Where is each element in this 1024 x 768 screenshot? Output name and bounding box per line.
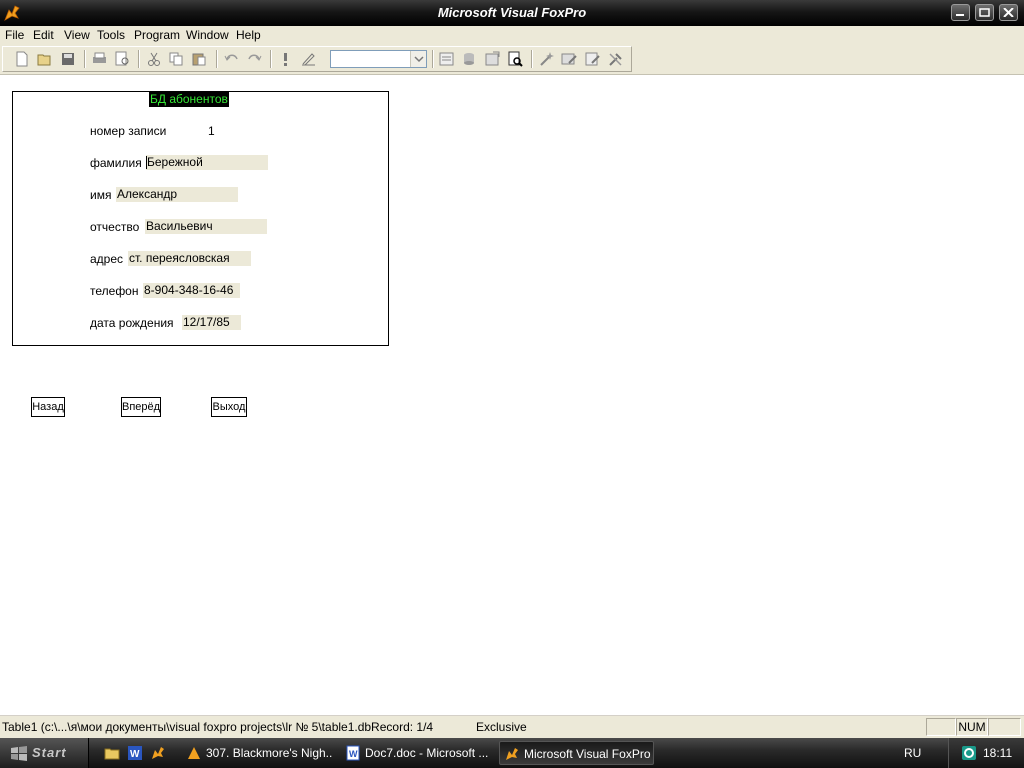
title-bar: Microsoft Visual FoxPro	[0, 0, 1024, 26]
word-doc-icon: W	[346, 745, 360, 761]
explorer-quicklaunch-icon[interactable]	[104, 745, 120, 761]
toolbar-separator	[84, 50, 86, 68]
form-designer-icon[interactable]	[561, 51, 578, 67]
open-folder-icon[interactable]	[37, 51, 54, 67]
menu-view[interactable]: View	[64, 28, 90, 42]
toolbar-separator	[432, 50, 434, 68]
start-label: Start	[32, 745, 67, 760]
svg-text:W: W	[130, 749, 140, 760]
task-foxpro[interactable]: Microsoft Visual FoxPro	[499, 741, 654, 765]
menu-file[interactable]: File	[5, 28, 24, 42]
paste-icon[interactable]	[191, 51, 208, 67]
status-panel	[926, 718, 956, 736]
text-caret	[146, 156, 147, 169]
task-winamp[interactable]: 307. Blackmore's Nigh...	[182, 741, 332, 765]
form-title: БД абонентов	[149, 92, 229, 107]
back-button[interactable]: Назад	[31, 397, 65, 417]
record-number-value: 1	[208, 124, 215, 138]
birth-date-label: дата рождения	[90, 316, 174, 330]
modify-form-icon[interactable]	[300, 51, 317, 67]
word-quicklaunch-icon[interactable]: W	[127, 745, 143, 761]
menu-window[interactable]: Window	[186, 28, 229, 42]
task-label: Microsoft Visual FoxPro	[524, 747, 651, 761]
menu-tools[interactable]: Tools	[97, 28, 125, 42]
toolbar-separator	[216, 50, 218, 68]
taskbar: Start W 307. Blackmore's Nigh... W Doc7.…	[0, 738, 1024, 768]
patronymic-label: отчество	[90, 220, 140, 234]
wizard-icon[interactable]	[538, 51, 555, 67]
run-icon[interactable]	[277, 51, 294, 67]
status-path: Table1 (c:\...\я\мои документы\visual fo…	[2, 720, 434, 734]
task-label: Doc7.doc - Microsoft ...	[365, 746, 489, 760]
surname-label: фамилия	[90, 156, 142, 170]
surname-field[interactable]: Бережной	[146, 155, 268, 170]
find-icon[interactable]	[507, 51, 524, 67]
task-word-doc[interactable]: W Doc7.doc - Microsoft ...	[341, 741, 491, 765]
toolbar-separator	[138, 50, 140, 68]
task-label: 307. Blackmore's Nigh...	[206, 746, 332, 760]
chevron-down-icon[interactable]	[410, 51, 426, 67]
status-bar: Table1 (c:\...\я\мои документы\visual fo…	[0, 715, 1024, 738]
redo-icon[interactable]	[246, 51, 263, 67]
database-icon[interactable]	[461, 51, 478, 67]
cut-icon[interactable]	[146, 51, 163, 67]
window-title: Microsoft Visual FoxPro	[437, 5, 587, 20]
report-designer-icon[interactable]	[584, 51, 601, 67]
copy-icon[interactable]	[168, 51, 185, 67]
new-file-icon[interactable]	[14, 51, 31, 67]
save-icon[interactable]	[60, 51, 77, 67]
properties-window-icon[interactable]	[438, 51, 455, 67]
menu-program[interactable]: Program	[134, 28, 180, 42]
status-mode: Exclusive	[476, 720, 527, 734]
toolbar-separator	[270, 50, 272, 68]
minimize-button[interactable]	[951, 4, 970, 21]
phone-field[interactable]: 8-904-348-16-46	[143, 283, 240, 298]
phone-label: телефон	[90, 284, 139, 298]
close-button[interactable]	[999, 4, 1018, 21]
print-icon[interactable]	[91, 51, 108, 67]
code-window-icon[interactable]	[484, 51, 501, 67]
name-field[interactable]: Александр	[116, 187, 238, 202]
clock: 18:11	[983, 746, 1013, 760]
tools-icon[interactable]	[607, 51, 624, 67]
system-tray: 18:11	[948, 738, 1024, 768]
address-label: адрес	[90, 252, 124, 266]
record-number-label: номер записи	[90, 124, 167, 138]
language-indicator[interactable]: RU	[904, 746, 921, 760]
windows-logo-icon	[11, 746, 27, 761]
forward-button[interactable]: Вперёд	[121, 397, 161, 417]
print-preview-icon[interactable]	[114, 51, 131, 67]
exit-button[interactable]: Выход	[211, 397, 247, 417]
menu-edit[interactable]: Edit	[33, 28, 54, 42]
winamp-icon	[188, 747, 200, 759]
undo-icon[interactable]	[223, 51, 240, 67]
foxpro-icon	[506, 748, 518, 760]
toolbar-combo[interactable]	[330, 50, 427, 68]
menu-help[interactable]: Help	[236, 28, 261, 42]
patronymic-field[interactable]: Васильевич	[145, 219, 267, 234]
maximize-button[interactable]	[975, 4, 994, 21]
address-field[interactable]: ст. переясловская	[128, 251, 251, 266]
name-label: имя	[90, 188, 112, 202]
status-panel	[988, 718, 1021, 736]
birth-date-field[interactable]: 12/17/85	[182, 315, 241, 330]
foxpro-quicklaunch-icon[interactable]	[150, 745, 166, 761]
toolbar	[0, 44, 1024, 75]
status-num: NUM	[956, 718, 988, 736]
toolbar-separator	[531, 50, 533, 68]
menu-bar: File Edit View Tools Program Window Help	[0, 26, 1024, 44]
svg-text:W: W	[349, 749, 358, 759]
start-button[interactable]: Start	[0, 738, 89, 768]
network-tray-icon[interactable]	[961, 745, 977, 761]
